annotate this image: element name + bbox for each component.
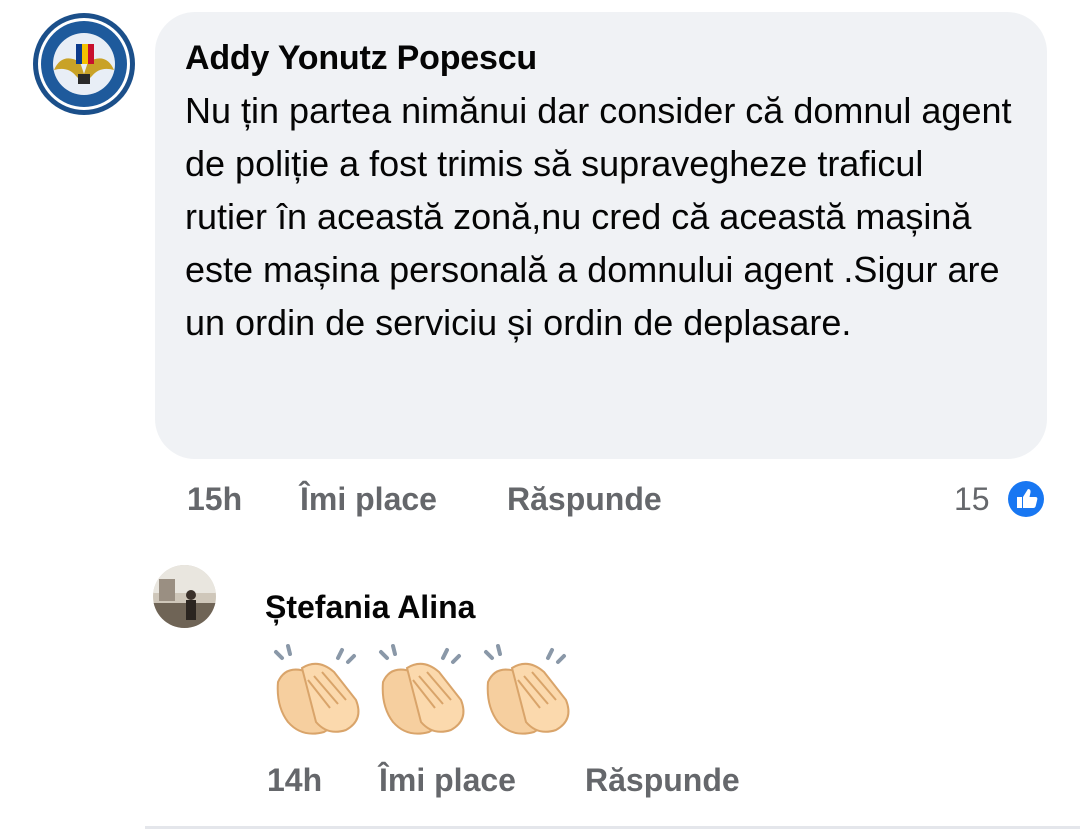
- reply-time[interactable]: 14h: [267, 762, 322, 799]
- comment-author[interactable]: Addy Yonutz Popescu: [185, 38, 1019, 78]
- reply-button[interactable]: Răspunde: [507, 481, 662, 518]
- reply-reply-button[interactable]: Răspunde: [585, 762, 740, 799]
- like-reaction-icon[interactable]: [1004, 477, 1048, 521]
- profile-photo-icon: [153, 565, 216, 628]
- reaction-count[interactable]: 15: [954, 481, 990, 518]
- clapping-hands-icon: [484, 644, 570, 735]
- reply-author[interactable]: Ștefania Alina: [265, 589, 475, 626]
- clapping-hands-icon: [274, 644, 360, 735]
- comment-time[interactable]: 15h: [187, 481, 242, 518]
- academia-bodyguard-logo-icon: [33, 13, 135, 115]
- like-button[interactable]: Îmi place: [300, 481, 437, 518]
- reply-avatar[interactable]: [153, 565, 216, 628]
- clapping-hands-icon: [379, 644, 465, 735]
- reply-like-button[interactable]: Îmi place: [379, 762, 516, 799]
- comment-text: Nu țin partea nimănui dar consider că do…: [185, 90, 1012, 343]
- divider: [145, 826, 1080, 829]
- avatar[interactable]: [32, 12, 136, 116]
- comment-bubble: Addy Yonutz Popescu Nu țin partea nimănu…: [155, 12, 1047, 459]
